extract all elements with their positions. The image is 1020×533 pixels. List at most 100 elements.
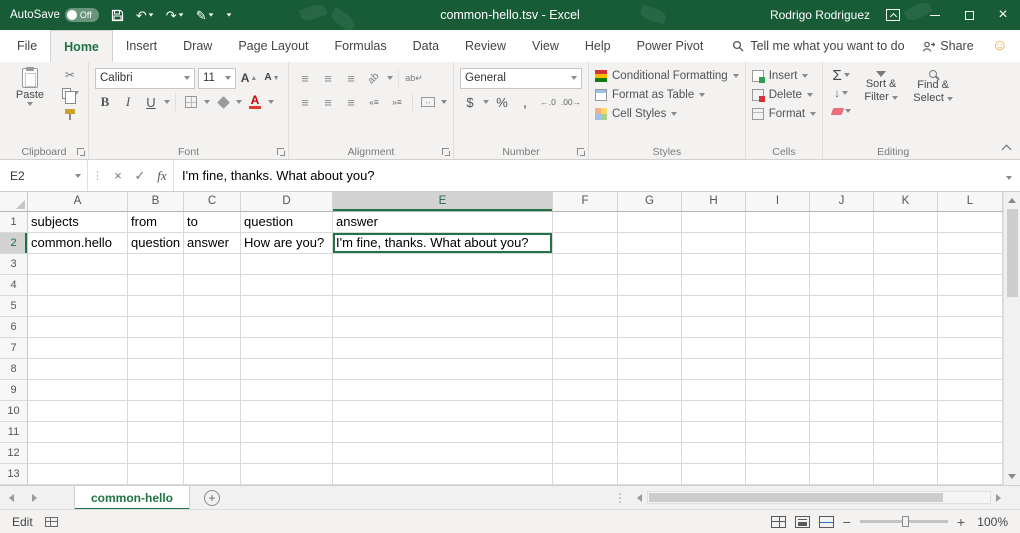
minimize-button[interactable]	[918, 0, 952, 30]
cell-B10[interactable]	[128, 401, 184, 422]
cell-D13[interactable]	[241, 464, 333, 485]
column-header-J[interactable]: J	[810, 192, 874, 212]
ribbon-tab-draw[interactable]: Draw	[170, 30, 225, 62]
page-break-view-button[interactable]	[819, 516, 834, 528]
cell-B9[interactable]	[128, 380, 184, 401]
cell-D12[interactable]	[241, 443, 333, 464]
ribbon-tab-power-pivot[interactable]: Power Pivot	[624, 30, 717, 62]
cell-L8[interactable]	[938, 359, 1003, 380]
cell-A2[interactable]: common.hello	[28, 233, 128, 254]
cell-K6[interactable]	[874, 317, 938, 338]
cell-L5[interactable]	[938, 296, 1003, 317]
cell-I5[interactable]	[746, 296, 810, 317]
sheet-tab-common-hello[interactable]: common-hello	[74, 486, 190, 510]
hscroll-track[interactable]	[647, 491, 991, 504]
redo-button[interactable]: ↷	[166, 9, 184, 22]
cell-G13[interactable]	[618, 464, 682, 485]
cell-J2[interactable]	[810, 233, 874, 254]
tab-scroll-splitter[interactable]: ⋮	[606, 491, 634, 505]
cell-B2[interactable]: question	[128, 233, 184, 254]
ribbon-tab-file[interactable]: File	[4, 30, 50, 62]
column-header-C[interactable]: C	[184, 192, 241, 212]
insert-function-button[interactable]: fx	[151, 165, 173, 187]
horizontal-scrollbar[interactable]	[634, 491, 1004, 504]
cell-I8[interactable]	[746, 359, 810, 380]
cell-A9[interactable]	[28, 380, 128, 401]
cell-E2[interactable]: I'm fine, thanks. What about you?	[333, 233, 553, 254]
autosave-toggle[interactable]: AutoSave Off	[10, 8, 99, 22]
cell-F12[interactable]	[553, 443, 618, 464]
cell-E6[interactable]	[333, 317, 553, 338]
copy-button[interactable]	[58, 84, 82, 102]
cell-B7[interactable]	[128, 338, 184, 359]
format-as-table-button[interactable]: Format as Table	[595, 85, 739, 104]
zoom-slider[interactable]	[860, 520, 948, 523]
cell-G9[interactable]	[618, 380, 682, 401]
align-left-button[interactable]: ≡	[295, 92, 315, 112]
cell-J11[interactable]	[810, 422, 874, 443]
horizontal-scroll-thumb[interactable]	[649, 493, 943, 502]
middle-align-button[interactable]: ≡	[318, 68, 338, 88]
cell-K5[interactable]	[874, 296, 938, 317]
cell-I6[interactable]	[746, 317, 810, 338]
cell-L10[interactable]	[938, 401, 1003, 422]
cell-F10[interactable]	[553, 401, 618, 422]
column-header-K[interactable]: K	[874, 192, 938, 212]
cell-G8[interactable]	[618, 359, 682, 380]
cell-D4[interactable]	[241, 275, 333, 296]
bottom-align-button[interactable]: ≡	[341, 68, 361, 88]
format-cells-button[interactable]: Format	[752, 104, 816, 123]
cell-I13[interactable]	[746, 464, 810, 485]
cell-G7[interactable]	[618, 338, 682, 359]
cell-D2[interactable]: How are you?	[241, 233, 333, 254]
normal-view-button[interactable]	[771, 516, 786, 528]
cell-J10[interactable]	[810, 401, 874, 422]
cell-F9[interactable]	[553, 380, 618, 401]
row-header-12[interactable]: 12	[0, 443, 28, 464]
cell-C1[interactable]: to	[184, 212, 241, 233]
decrease-indent-button[interactable]: «≡	[364, 92, 384, 112]
cell-C5[interactable]	[184, 296, 241, 317]
cell-E1[interactable]: answer	[333, 212, 553, 233]
cell-K3[interactable]	[874, 254, 938, 275]
cell-D5[interactable]	[241, 296, 333, 317]
row-header-6[interactable]: 6	[0, 317, 28, 338]
maximize-button[interactable]	[952, 0, 986, 30]
cell-F11[interactable]	[553, 422, 618, 443]
row-header-5[interactable]: 5	[0, 296, 28, 317]
ribbon-tab-data[interactable]: Data	[400, 30, 452, 62]
row-header-9[interactable]: 9	[0, 380, 28, 401]
cell-E7[interactable]	[333, 338, 553, 359]
cell-H2[interactable]	[682, 233, 746, 254]
cell-G5[interactable]	[618, 296, 682, 317]
close-button[interactable]: ×	[986, 0, 1020, 30]
fill-button[interactable]: ↓	[829, 84, 853, 102]
zoom-out-button[interactable]: −	[843, 515, 851, 529]
cell-L1[interactable]	[938, 212, 1003, 233]
accounting-format-button[interactable]: $	[460, 92, 480, 112]
cell-A10[interactable]	[28, 401, 128, 422]
cell-E10[interactable]	[333, 401, 553, 422]
cell-G10[interactable]	[618, 401, 682, 422]
save-button[interactable]	[111, 9, 124, 22]
column-header-I[interactable]: I	[746, 192, 810, 212]
cell-F3[interactable]	[553, 254, 618, 275]
cell-G1[interactable]	[618, 212, 682, 233]
ribbon-display-options-icon[interactable]	[886, 9, 900, 21]
autosum-button[interactable]: Σ	[829, 66, 853, 84]
clipboard-dialog-launcher[interactable]	[77, 148, 84, 155]
cell-F1[interactable]	[553, 212, 618, 233]
cell-L6[interactable]	[938, 317, 1003, 338]
row-header-10[interactable]: 10	[0, 401, 28, 422]
cell-H9[interactable]	[682, 380, 746, 401]
row-header-7[interactable]: 7	[0, 338, 28, 359]
cell-C9[interactable]	[184, 380, 241, 401]
row-header-8[interactable]: 8	[0, 359, 28, 380]
ribbon-tab-home[interactable]: Home	[50, 30, 113, 62]
cell-H7[interactable]	[682, 338, 746, 359]
delete-cells-button[interactable]: Delete	[752, 85, 816, 104]
customize-qat-button[interactable]	[226, 13, 232, 17]
zoom-in-button[interactable]: +	[957, 515, 965, 529]
sort-filter-button[interactable]: Sort & Filter	[857, 66, 905, 120]
cell-A11[interactable]	[28, 422, 128, 443]
